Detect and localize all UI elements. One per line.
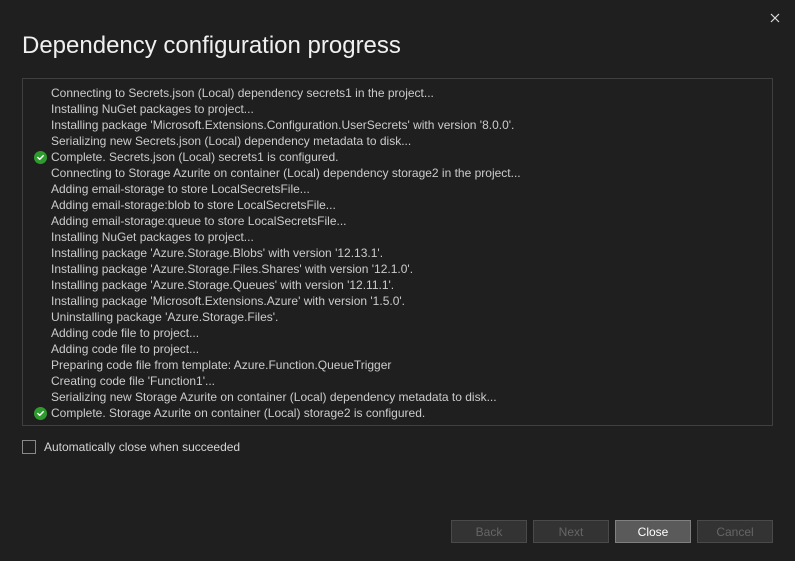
- log-line: Preparing code file from template: Azure…: [29, 357, 766, 373]
- log-text: Installing package 'Microsoft.Extensions…: [51, 117, 514, 133]
- log-text: Serializing new Secrets.json (Local) dep…: [51, 133, 411, 149]
- log-line: Adding email-storage to store LocalSecre…: [29, 181, 766, 197]
- cancel-button[interactable]: Cancel: [697, 520, 773, 543]
- log-text: Installing package 'Microsoft.Extensions…: [51, 293, 405, 309]
- log-text: Installing NuGet packages to project...: [51, 101, 254, 117]
- log-line: Installing package 'Azure.Storage.Files.…: [29, 261, 766, 277]
- page-title: Dependency configuration progress: [0, 0, 795, 78]
- log-text: Preparing code file from template: Azure…: [51, 357, 391, 373]
- log-text: Creating code file 'Function1'...: [51, 373, 215, 389]
- auto-close-option[interactable]: Automatically close when succeeded: [22, 440, 773, 454]
- log-text: Adding email-storage:blob to store Local…: [51, 197, 336, 213]
- log-text: Complete. Storage Azurite on container (…: [51, 405, 425, 421]
- log-text: Installing package 'Azure.Storage.Blobs'…: [51, 245, 383, 261]
- log-text: Connecting to Secrets.json (Local) depen…: [51, 85, 434, 101]
- success-icon: [29, 407, 51, 420]
- auto-close-label: Automatically close when succeeded: [44, 440, 240, 454]
- log-line: Installing NuGet packages to project...: [29, 101, 766, 117]
- button-row: Back Next Close Cancel: [451, 520, 773, 543]
- close-button[interactable]: Close: [615, 520, 691, 543]
- log-line: Adding code file to project...: [29, 341, 766, 357]
- log-line: Installing package 'Microsoft.Extensions…: [29, 293, 766, 309]
- log-line: Connecting to Secrets.json (Local) depen…: [29, 85, 766, 101]
- log-line: Connecting to Storage Azurite on contain…: [29, 165, 766, 181]
- log-text: Installing package 'Azure.Storage.Queues…: [51, 277, 394, 293]
- log-text: Complete. Secrets.json (Local) secrets1 …: [51, 149, 338, 165]
- log-line: Adding email-storage:queue to store Loca…: [29, 213, 766, 229]
- close-icon[interactable]: [763, 6, 787, 30]
- log-text: Serializing new Storage Azurite on conta…: [51, 389, 497, 405]
- progress-log: Connecting to Secrets.json (Local) depen…: [22, 78, 773, 426]
- log-text: Installing NuGet packages to project...: [51, 229, 254, 245]
- log-line: Creating code file 'Function1'...: [29, 373, 766, 389]
- auto-close-checkbox[interactable]: [22, 440, 36, 454]
- log-text: Adding email-storage:queue to store Loca…: [51, 213, 347, 229]
- log-line: Complete. Storage Azurite on container (…: [29, 405, 766, 421]
- log-text: Connecting to Storage Azurite on contain…: [51, 165, 521, 181]
- next-button[interactable]: Next: [533, 520, 609, 543]
- log-line: Complete. Secrets.json (Local) secrets1 …: [29, 149, 766, 165]
- log-line: Installing package 'Azure.Storage.Blobs'…: [29, 245, 766, 261]
- log-line: Uninstalling package 'Azure.Storage.File…: [29, 309, 766, 325]
- log-line: Adding code file to project...: [29, 325, 766, 341]
- log-text: Installing package 'Azure.Storage.Files.…: [51, 261, 413, 277]
- log-text: Adding code file to project...: [51, 341, 199, 357]
- log-line: Adding email-storage:blob to store Local…: [29, 197, 766, 213]
- log-line: Installing package 'Azure.Storage.Queues…: [29, 277, 766, 293]
- log-line: Installing package 'Microsoft.Extensions…: [29, 117, 766, 133]
- log-line: Serializing new Secrets.json (Local) dep…: [29, 133, 766, 149]
- log-text: Adding code file to project...: [51, 325, 199, 341]
- log-text: Uninstalling package 'Azure.Storage.File…: [51, 309, 278, 325]
- log-line: Installing NuGet packages to project...: [29, 229, 766, 245]
- log-line: Serializing new Storage Azurite on conta…: [29, 389, 766, 405]
- dialog: Dependency configuration progress Connec…: [0, 0, 795, 561]
- success-icon: [29, 151, 51, 164]
- back-button[interactable]: Back: [451, 520, 527, 543]
- log-text: Adding email-storage to store LocalSecre…: [51, 181, 310, 197]
